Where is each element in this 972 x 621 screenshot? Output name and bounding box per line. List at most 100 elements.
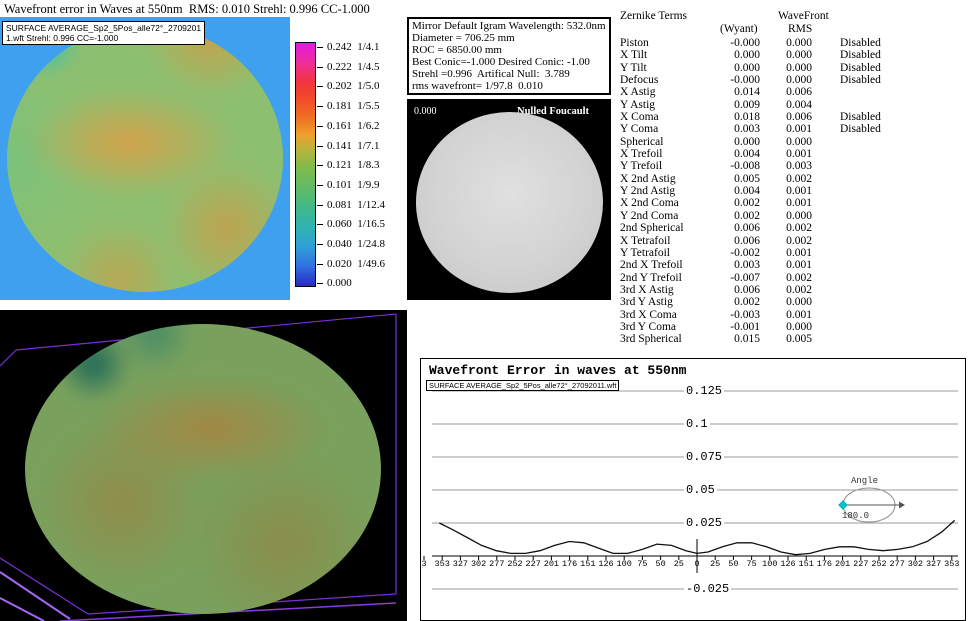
- scale-tick: [317, 283, 323, 284]
- zernike-wyant-value: 0.004: [722, 185, 760, 197]
- scale-tick: [317, 126, 323, 127]
- zernike-wyant-value: 0.002: [722, 197, 760, 209]
- zernike-row: Y 2nd Astig0.0040.001: [620, 185, 920, 197]
- zernike-row: 3rd X Astig0.0060.002: [620, 284, 920, 296]
- zernike-disabled-flag[interactable]: Disabled: [840, 123, 881, 135]
- zernike-col-rms: RMS: [788, 23, 812, 35]
- x-axis-label: 75: [637, 560, 647, 569]
- zernike-term-name: Defocus: [620, 74, 722, 86]
- zernike-disabled-flag[interactable]: Disabled: [840, 62, 881, 74]
- scale-label: 0.222 1/4.5: [327, 62, 380, 73]
- scale-tick: [317, 67, 323, 68]
- x-axis-label: 25: [710, 560, 720, 569]
- x-axis-label: 277: [489, 560, 504, 569]
- zernike-row: 2nd Y Trefoil-0.0070.002: [620, 272, 920, 284]
- wireframe-line: [0, 350, 16, 366]
- profile-source-label: SURFACE AVERAGE_Sp2_5Pos_alle72°_2709201…: [426, 380, 619, 391]
- zernike-row: 3rd Y Coma-0.0010.000: [620, 321, 920, 333]
- zernike-wyant-value: 0.003: [722, 259, 760, 271]
- zernike-rms-value: 0.000: [760, 296, 812, 308]
- zernike-term-name: 3rd Y Astig: [620, 296, 722, 308]
- zernike-wyant-value: -0.007: [722, 272, 760, 284]
- wavefront-file-label: SURFACE AVERAGE_Sp2_5Pos_alle72°_2709201…: [2, 21, 205, 45]
- x-axis-label: 201: [544, 560, 559, 569]
- zernike-disabled-flag[interactable]: Disabled: [840, 37, 881, 49]
- zernike-row: 2nd Spherical0.0060.002: [620, 222, 920, 234]
- zernike-wyant-value: 0.000: [722, 49, 760, 61]
- zernike-term-name: Piston: [620, 37, 722, 49]
- x-axis-label: 3: [421, 560, 426, 569]
- zernike-wyant-value: 0.006: [722, 222, 760, 234]
- angle-marker-icon[interactable]: [839, 501, 848, 510]
- zernike-wyant-value: 0.006: [722, 235, 760, 247]
- zernike-row: 3rd X Coma-0.0030.001: [620, 309, 920, 321]
- zernike-term-name: X 2nd Coma: [620, 197, 722, 209]
- profile-plot-panel: Wavefront Error in waves at 550nm SURFAC…: [420, 358, 966, 621]
- zernike-wyant-value: 0.002: [722, 296, 760, 308]
- zernike-term-name: X Tetrafoil: [620, 235, 722, 247]
- foucault-panel: 0.000 Nulled Foucault: [407, 99, 611, 300]
- wavefront-view-3d: [0, 310, 407, 621]
- x-axis-label: 25: [674, 560, 684, 569]
- y-axis-label: -0.025: [684, 582, 731, 596]
- angle-label: Angle: [851, 476, 878, 486]
- zernike-disabled-flag[interactable]: Disabled: [840, 74, 881, 86]
- zernike-rms-value: 0.001: [760, 247, 812, 259]
- wavefront-file-name: SURFACE AVERAGE_Sp2_5Pos_alle72°_2709201: [6, 23, 201, 33]
- zernike-term-name: X 2nd Astig: [620, 173, 722, 185]
- zernike-row: X Trefoil0.0040.001: [620, 148, 920, 160]
- x-axis-label: 126: [780, 560, 795, 569]
- x-axis-label: 327: [453, 560, 468, 569]
- angle-arrow-icon: [899, 502, 905, 509]
- x-axis-label: 151: [799, 560, 814, 569]
- scale-tick: [317, 47, 323, 48]
- zernike-term-name: Y Astig: [620, 99, 722, 111]
- zernike-term-name: 3rd X Astig: [620, 284, 722, 296]
- zernike-wyant-value: -0.000: [722, 74, 760, 86]
- zernike-term-name: X Coma: [620, 111, 722, 123]
- zernike-rms-value: 0.003: [760, 160, 812, 172]
- wavefront-disk-surface: [7, 25, 283, 292]
- zernike-term-name: Spherical: [620, 136, 722, 148]
- scale-label: 0.000: [327, 278, 352, 289]
- y-axis-label: 0.025: [684, 516, 724, 530]
- zernike-wyant-value: -0.002: [722, 247, 760, 259]
- zernike-rms-value: 0.001: [760, 197, 812, 209]
- zernike-disabled-flag[interactable]: Disabled: [840, 49, 881, 61]
- zernike-term-name: Y Trefoil: [620, 160, 722, 172]
- zernike-row: X Coma0.0180.006Disabled: [620, 111, 920, 123]
- x-axis-label: 151: [580, 560, 595, 569]
- scale-label: 0.121 1/8.3: [327, 160, 380, 171]
- scale-tick: [317, 106, 323, 107]
- zernike-row: Spherical0.0000.000: [620, 136, 920, 148]
- zernike-wyant-value: 0.000: [722, 62, 760, 74]
- zernike-row: X Tilt0.0000.000Disabled: [620, 49, 920, 61]
- wavefront-strehl-line: 1.wft Strehl: 0.996 CC=-1.000: [6, 33, 201, 43]
- zernike-term-name: Y 2nd Astig: [620, 185, 722, 197]
- x-axis-label: 327: [926, 560, 941, 569]
- scale-label: 0.161 1/6.2: [327, 121, 380, 132]
- x-axis-label: 126: [598, 560, 613, 569]
- foucault-value: 0.000: [414, 106, 437, 117]
- scale-label: 0.020 1/49.6: [327, 259, 385, 270]
- scale-label: 0.040 1/24.8: [327, 239, 385, 250]
- profile-title: Wavefront Error in waves at 550nm: [429, 363, 686, 378]
- zernike-disabled-flag[interactable]: Disabled: [840, 111, 881, 123]
- mirror-info-line: Best Conic=-1.000 Desired Conic: -1.00: [412, 56, 606, 68]
- zernike-row: Defocus-0.0000.000Disabled: [620, 74, 920, 86]
- zernike-row: Piston-0.0000.000Disabled: [620, 37, 920, 49]
- mirror-info-line: ROC = 6850.00 mm: [412, 44, 606, 56]
- scale-label: 0.181 1/5.5: [327, 101, 380, 112]
- zernike-term-name: X Tilt: [620, 49, 722, 61]
- scale-label: 0.101 1/9.9: [327, 180, 380, 191]
- zernike-row: Y Tilt0.0000.000Disabled: [620, 62, 920, 74]
- zernike-term-name: 2nd Spherical: [620, 222, 722, 234]
- wavefront-disk-3d: [25, 324, 381, 614]
- zernike-title: Zernike Terms: [620, 10, 687, 22]
- zernike-row: Y 2nd Coma0.0020.000: [620, 210, 920, 222]
- x-axis-label: 100: [762, 560, 777, 569]
- wavefront-disk-3d-surface: [25, 324, 381, 614]
- mirror-info-line: Diameter = 706.25 mm: [412, 32, 606, 44]
- zernike-wyant-value: -0.000: [722, 37, 760, 49]
- wavefront-disk: [7, 25, 283, 292]
